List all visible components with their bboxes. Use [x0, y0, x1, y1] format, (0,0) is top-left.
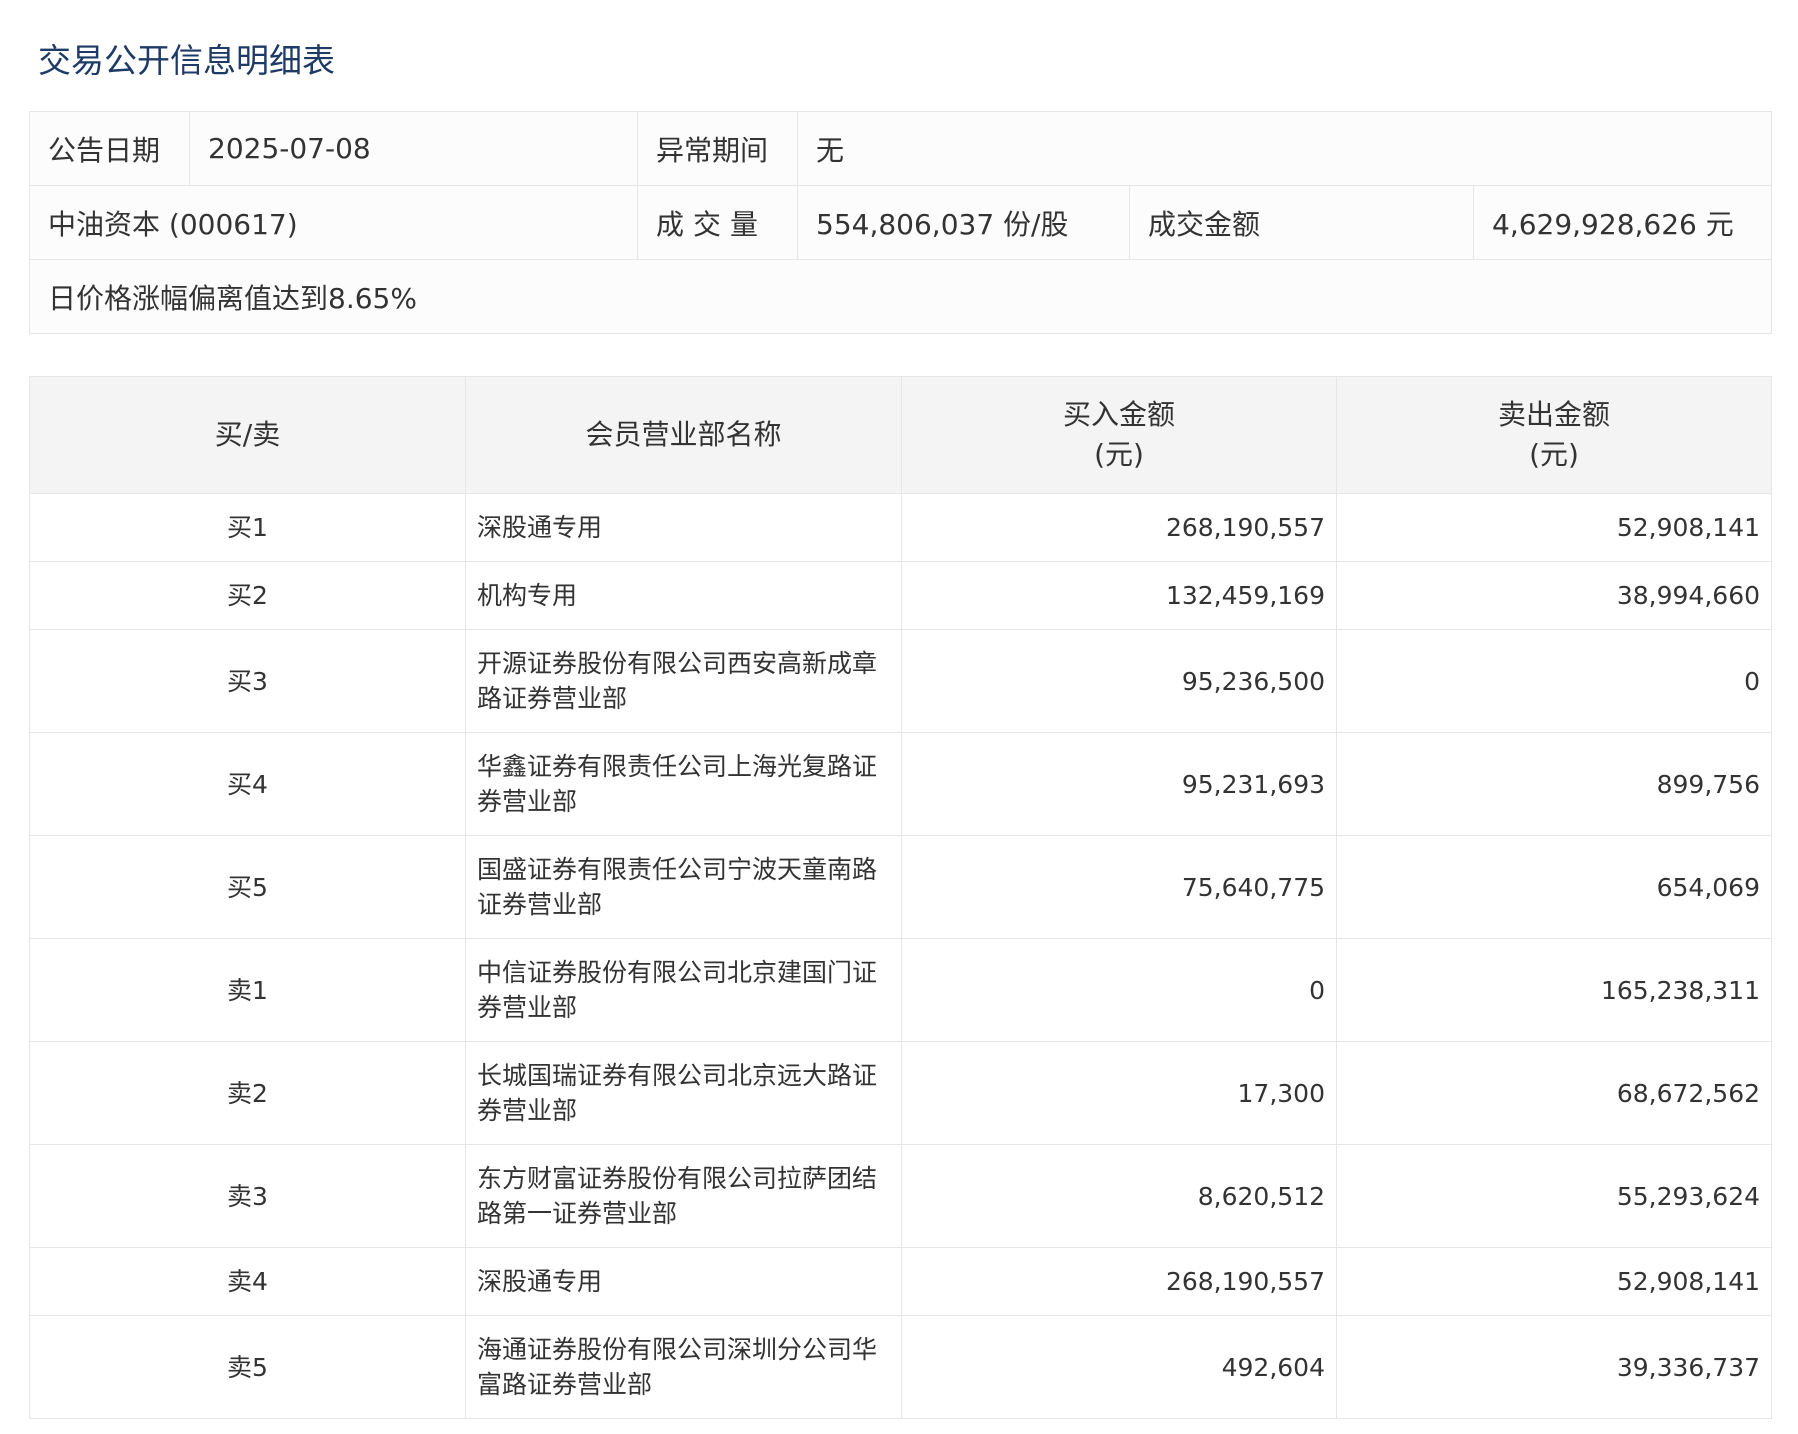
- header-sell-label: 卖出金额: [1497, 398, 1610, 431]
- stock-name: 中油资本 (000617): [29, 185, 638, 260]
- info-row-date: 公告日期 2025-07-08 异常期间 无: [29, 111, 1772, 186]
- row-buy-amount: 8,620,512: [901, 1144, 1337, 1248]
- row-side: 卖5: [29, 1315, 466, 1419]
- row-buy-amount: 268,190,557: [901, 1247, 1337, 1316]
- row-buy-amount: 132,459,169: [901, 561, 1337, 630]
- row-buy-amount: 0: [901, 938, 1337, 1042]
- table-row: 卖4 深股通专用 268,190,557 52,908,141: [29, 1247, 1772, 1316]
- table-row: 买4 华鑫证券有限责任公司上海光复路证券营业部 95,231,693 899,7…: [29, 732, 1772, 836]
- table-row: 卖1 中信证券股份有限公司北京建国门证券营业部 0 165,238,311: [29, 938, 1772, 1042]
- announce-date-value: 2025-07-08: [189, 111, 638, 186]
- row-buy-amount: 95,236,500: [901, 629, 1337, 733]
- row-side: 卖1: [29, 938, 466, 1042]
- info-table: 公告日期 2025-07-08 异常期间 无 中油资本 (000617) 成交量…: [29, 111, 1772, 334]
- header-side: 买/卖: [29, 376, 466, 494]
- table-row: 买5 国盛证券有限责任公司宁波天童南路证券营业部 75,640,775 654,…: [29, 835, 1772, 939]
- row-buy-amount: 268,190,557: [901, 493, 1337, 562]
- amount-label: 成交金额: [1129, 185, 1474, 260]
- row-member-name: 长城国瑞证券有限公司北京远大路证券营业部: [465, 1041, 902, 1145]
- row-member-name: 机构专用: [465, 561, 902, 630]
- amount-value: 4,629,928,626 元: [1473, 185, 1772, 260]
- row-member-name: 东方财富证券股份有限公司拉萨团结路第一证券营业部: [465, 1144, 902, 1248]
- volume-value: 554,806,037 份/股: [797, 185, 1130, 260]
- row-buy-amount: 492,604: [901, 1315, 1337, 1419]
- table-row: 买2 机构专用 132,459,169 38,994,660: [29, 561, 1772, 630]
- row-member-name: 深股通专用: [465, 493, 902, 562]
- table-row: 卖5 海通证券股份有限公司深圳分公司华富路证券营业部 492,604 39,33…: [29, 1315, 1772, 1419]
- table-header-row: 买/卖 会员营业部名称 买入金额 (元) 卖出金额 (元): [29, 376, 1772, 494]
- announce-date-label: 公告日期: [29, 111, 190, 186]
- abnormal-period-value: 无: [797, 111, 1772, 186]
- row-side: 买4: [29, 732, 466, 836]
- row-sell-amount: 899,756: [1336, 732, 1772, 836]
- row-buy-amount: 95,231,693: [901, 732, 1337, 836]
- header-buy-unit: (元): [1094, 438, 1144, 471]
- table-row: 买3 开源证券股份有限公司西安高新成章路证券营业部 95,236,500 0: [29, 629, 1772, 733]
- row-side: 买5: [29, 835, 466, 939]
- row-member-name: 开源证券股份有限公司西安高新成章路证券营业部: [465, 629, 902, 733]
- row-sell-amount: 654,069: [1336, 835, 1772, 939]
- header-buy-label: 买入金额: [1062, 398, 1175, 431]
- row-sell-amount: 0: [1336, 629, 1772, 733]
- page-title: 交易公开信息明细表: [38, 41, 335, 80]
- row-member-name: 华鑫证券有限责任公司上海光复路证券营业部: [465, 732, 902, 836]
- row-side: 买1: [29, 493, 466, 562]
- row-sell-amount: 38,994,660: [1336, 561, 1772, 630]
- row-buy-amount: 75,640,775: [901, 835, 1337, 939]
- row-sell-amount: 68,672,562: [1336, 1041, 1772, 1145]
- row-side: 卖2: [29, 1041, 466, 1145]
- row-buy-amount: 17,300: [901, 1041, 1337, 1145]
- row-side: 卖3: [29, 1144, 466, 1248]
- trade-detail-table: 买/卖 会员营业部名称 买入金额 (元) 卖出金额 (元) 买1 深股通专用 2…: [29, 376, 1772, 1419]
- row-member-name: 国盛证券有限责任公司宁波天童南路证券营业部: [465, 835, 902, 939]
- row-side: 买3: [29, 629, 466, 733]
- volume-label: 成交量: [637, 185, 798, 260]
- header-member: 会员营业部名称: [465, 376, 902, 494]
- row-sell-amount: 39,336,737: [1336, 1315, 1772, 1419]
- info-row-trade: 中油资本 (000617) 成交量 554,806,037 份/股 成交金额 4…: [29, 185, 1772, 260]
- header-sell-unit: (元): [1529, 438, 1579, 471]
- row-member-name: 中信证券股份有限公司北京建国门证券营业部: [465, 938, 902, 1042]
- reason-text: 日价格涨幅偏离值达到8.65%: [29, 259, 1772, 334]
- row-sell-amount: 52,908,141: [1336, 1247, 1772, 1316]
- info-row-reason: 日价格涨幅偏离值达到8.65%: [29, 259, 1772, 334]
- row-sell-amount: 52,908,141: [1336, 493, 1772, 562]
- table-row: 买1 深股通专用 268,190,557 52,908,141: [29, 493, 1772, 562]
- table-row: 卖2 长城国瑞证券有限公司北京远大路证券营业部 17,300 68,672,56…: [29, 1041, 1772, 1145]
- header-buy-amount: 买入金额 (元): [901, 376, 1337, 494]
- row-sell-amount: 55,293,624: [1336, 1144, 1772, 1248]
- row-sell-amount: 165,238,311: [1336, 938, 1772, 1042]
- row-member-name: 深股通专用: [465, 1247, 902, 1316]
- abnormal-period-label: 异常期间: [637, 111, 798, 186]
- row-side: 买2: [29, 561, 466, 630]
- header-sell-amount: 卖出金额 (元): [1336, 376, 1772, 494]
- table-row: 卖3 东方财富证券股份有限公司拉萨团结路第一证券营业部 8,620,512 55…: [29, 1144, 1772, 1248]
- row-member-name: 海通证券股份有限公司深圳分公司华富路证券营业部: [465, 1315, 902, 1419]
- row-side: 卖4: [29, 1247, 466, 1316]
